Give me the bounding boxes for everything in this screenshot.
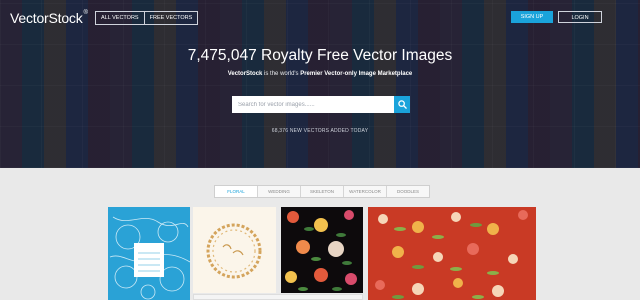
hero-banner: VectorStock® ALL VECTORS FREE VECTORS SI… (0, 0, 640, 168)
tab-skeleton[interactable]: SKELETON (300, 186, 343, 197)
search-icon (397, 100, 407, 109)
dark-floral-pattern-image (285, 210, 357, 291)
page-title: 7,475,047 Royalty Free Vector Images (187, 47, 453, 64)
nav-free-vectors[interactable]: FREE VECTORS (143, 12, 198, 24)
vectors-added-today: 68,376 NEW VECTORS ADDED TODAY (271, 128, 369, 134)
tab-floral[interactable]: FLORAL (215, 186, 257, 197)
top-bar: VectorStock® ALL VECTORS FREE VECTORS SI… (0, 0, 640, 34)
tab-watercolor[interactable]: WATERCOLOR (343, 186, 386, 197)
category-tabs: FLORAL WEDDING SKELETON WATERCOLOR DOODL… (214, 185, 430, 198)
login-button[interactable]: LOGIN (558, 11, 602, 23)
gallery-item-red-floral-pattern[interactable] (368, 207, 536, 300)
gallery-item-caption-bar (193, 294, 363, 300)
tagline-middle: is the world's (262, 71, 301, 77)
thank-you-wreath-image (206, 223, 262, 279)
search-button[interactable] (394, 96, 410, 113)
tab-doodles[interactable]: DOODLES (386, 186, 429, 197)
hero-tagline: VectorStock is the world's Premier Vecto… (0, 71, 640, 77)
gallery-item-thank-you-wreath-card[interactable] (193, 207, 276, 293)
search-input[interactable] (232, 96, 394, 113)
logo-registered-mark: ® (83, 10, 88, 16)
tagline-emphasis: Premier Vector-only Image Marketplace (300, 71, 413, 77)
site-logo[interactable]: VectorStock® (10, 10, 88, 26)
tab-wedding[interactable]: WEDDING (257, 186, 300, 197)
gallery-item-blue-floral-doodle-card[interactable] (108, 207, 190, 300)
logo-text: VectorStock (10, 10, 83, 26)
nav-all-vectors[interactable]: ALL VECTORS (96, 12, 144, 24)
vector-filter-nav: ALL VECTORS FREE VECTORS (95, 11, 199, 25)
red-floral-pattern-image (375, 210, 528, 299)
gallery-item-dark-floral-pattern[interactable] (281, 207, 363, 293)
search-bar (232, 96, 410, 113)
blue-floral-doodle-image (109, 216, 190, 300)
tagline-brand: VectorStock (227, 71, 263, 77)
sign-up-button[interactable]: SIGN UP (511, 11, 553, 23)
